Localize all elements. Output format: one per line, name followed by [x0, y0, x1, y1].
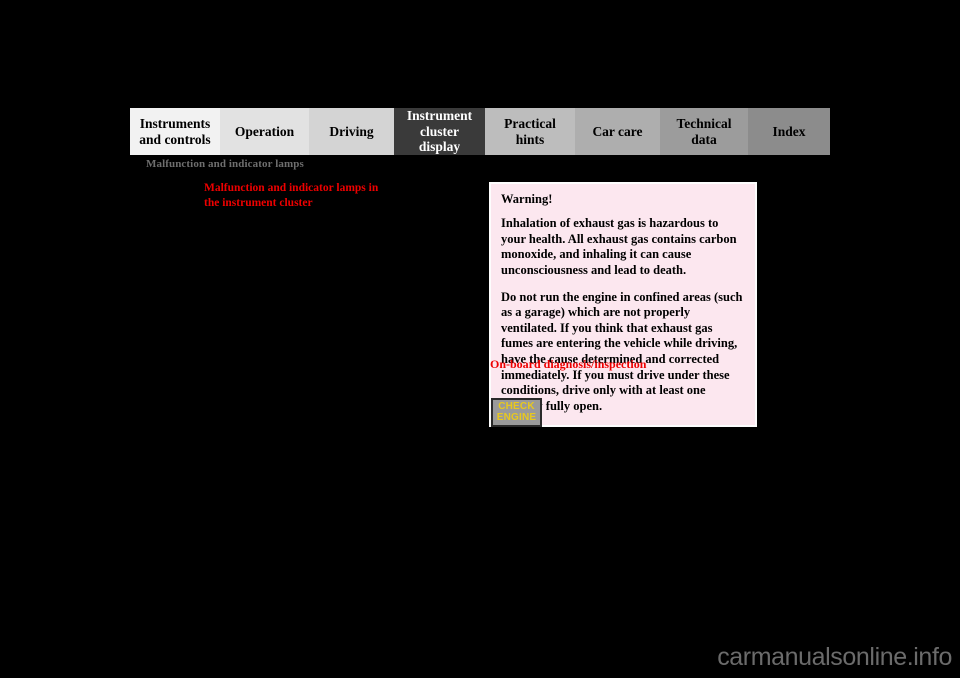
- running-head: Malfunction and indicator lamps: [146, 158, 304, 170]
- check-engine-lamp-icon: CHECK ENGINE: [491, 398, 542, 427]
- warning-paragraph-2: Do not run the engine in confined areas …: [501, 289, 743, 413]
- warning-paragraph-1: Inhalation of exhaust gas is hazardous t…: [501, 216, 737, 277]
- check-engine-lamp-line1: CHECK: [498, 401, 535, 413]
- site-watermark: carmanualsonline.info: [717, 643, 952, 671]
- subsection-heading-on-board-diagnosis: On-board diagnosis/inspection: [490, 357, 647, 371]
- page-content: Malfunction and indicator lamps Malfunct…: [0, 0, 960, 678]
- warning-callout: Warning! Inhalation of exhaust gas is ha…: [489, 182, 757, 427]
- warning-title: Warning!: [501, 192, 553, 206]
- page-title: Malfunction and indicator lamps in the i…: [204, 182, 379, 210]
- check-engine-lamp-line2: ENGINE: [496, 411, 537, 423]
